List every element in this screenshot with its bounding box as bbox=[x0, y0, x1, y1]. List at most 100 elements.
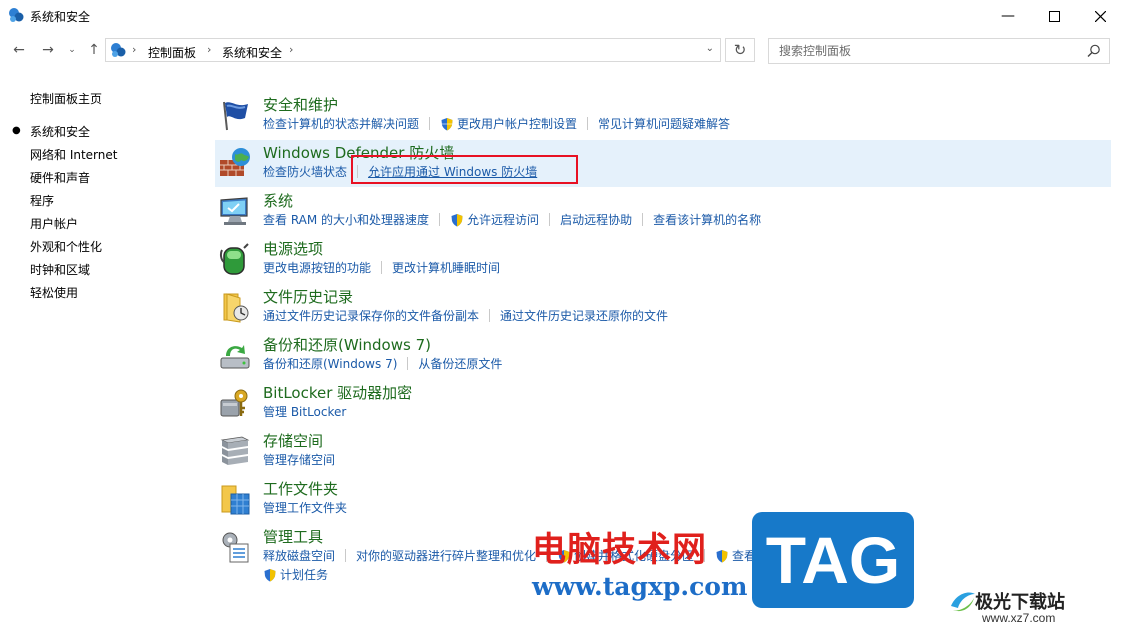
up-button[interactable]: ↑ bbox=[84, 40, 104, 60]
breadcrumb-control-panel[interactable]: 控制面板 bbox=[148, 44, 196, 61]
close-button[interactable] bbox=[1077, 0, 1123, 32]
back-button[interactable]: ← bbox=[9, 40, 29, 60]
battery-icon bbox=[219, 243, 249, 275]
link-sleep-time[interactable]: 更改计算机睡眠时间 bbox=[392, 259, 500, 276]
firewall-icon bbox=[220, 148, 250, 176]
category-security-maintenance: 安全和维护 检查计算机的状态并解决问题 更改用户帐户控制设置 常见计算机问题疑难… bbox=[215, 94, 1111, 140]
maximize-icon bbox=[1048, 10, 1060, 22]
up-arrow-icon: ↑ bbox=[88, 42, 100, 58]
back-arrow-icon: ← bbox=[13, 42, 25, 58]
window-title: 系统和安全 bbox=[30, 10, 91, 24]
link-separator bbox=[439, 213, 441, 226]
link-schedule-tasks[interactable]: 计划任务 bbox=[280, 566, 328, 583]
breadcrumb-system-security[interactable]: 系统和安全 bbox=[222, 44, 282, 61]
link-manage-storage[interactable]: 管理存储空间 bbox=[263, 451, 335, 468]
backup-icon bbox=[220, 345, 250, 369]
chevron-down-icon: ⌄ bbox=[68, 45, 76, 55]
watermark-brand-logo-icon bbox=[951, 592, 975, 612]
link-separator bbox=[587, 117, 589, 130]
current-item-bullet-icon: ● bbox=[12, 125, 21, 136]
search-input[interactable] bbox=[777, 43, 1081, 59]
sidebar-item-appearance[interactable]: 外观和个性化 bbox=[30, 238, 102, 255]
link-remote-assistance[interactable]: 启动远程协助 bbox=[560, 211, 632, 228]
minimize-button[interactable]: — bbox=[985, 0, 1031, 32]
watermark-site-name: 电脑技术网 bbox=[532, 530, 707, 570]
storage-icon bbox=[220, 436, 250, 465]
control-panel-icon bbox=[9, 8, 24, 22]
category-system: 系统 查看 RAM 的大小和处理器速度 允许远程访问 启动远程协助 查看该计算机… bbox=[215, 190, 1111, 236]
refresh-icon: ↻ bbox=[733, 41, 747, 59]
computer-icon bbox=[220, 197, 248, 225]
link-power-button[interactable]: 更改电源按钮的功能 bbox=[263, 259, 371, 276]
refresh-button[interactable]: ↻ bbox=[725, 38, 755, 62]
search-box[interactable] bbox=[768, 38, 1110, 64]
annotation-highlight-box bbox=[351, 155, 578, 184]
uac-shield-icon bbox=[264, 568, 276, 581]
category-backup-restore: 备份和还原(Windows 7) 备份和还原(Windows 7) 从备份还原文… bbox=[215, 334, 1111, 380]
control-panel-icon bbox=[111, 43, 126, 57]
watermark-url: www.tagxp.com bbox=[532, 572, 748, 601]
link-manage-work-folders[interactable]: 管理工作文件夹 bbox=[263, 499, 347, 516]
search-icon[interactable] bbox=[1087, 44, 1101, 58]
link-disk-cleanup[interactable]: 释放磁盘空间 bbox=[263, 547, 335, 564]
link-computer-name[interactable]: 查看该计算机的名称 bbox=[653, 211, 761, 228]
link-separator bbox=[381, 261, 383, 274]
link-separator bbox=[407, 357, 409, 370]
bitlocker-key-icon bbox=[220, 389, 248, 417]
link-change-uac[interactable]: 更改用户帐户控制设置 bbox=[457, 115, 577, 132]
category-bitlocker: BitLocker 驱动器加密 管理 BitLocker bbox=[215, 382, 1111, 428]
category-title[interactable]: 备份和还原(Windows 7) bbox=[263, 334, 431, 355]
link-troubleshoot[interactable]: 常见计算机问题疑难解答 bbox=[598, 115, 730, 132]
sidebar-item-clock-region[interactable]: 时钟和区域 bbox=[30, 261, 90, 278]
link-check-status[interactable]: 检查计算机的状态并解决问题 bbox=[263, 115, 419, 132]
link-separator bbox=[429, 117, 431, 130]
title-bar: 系统和安全 — bbox=[0, 0, 1123, 32]
sidebar-item-programs[interactable]: 程序 bbox=[30, 192, 54, 209]
category-title[interactable]: 电源选项 bbox=[263, 238, 323, 259]
link-view-ram-speed[interactable]: 查看 RAM 的大小和处理器速度 bbox=[263, 211, 429, 228]
category-title[interactable]: 安全和维护 bbox=[263, 94, 338, 115]
close-icon bbox=[1094, 10, 1106, 22]
maximize-button[interactable] bbox=[1031, 0, 1077, 32]
category-work-folders: 工作文件夹 管理工作文件夹 bbox=[215, 478, 1111, 524]
category-title[interactable]: 文件历史记录 bbox=[263, 286, 353, 307]
category-title[interactable]: 系统 bbox=[263, 190, 293, 211]
link-restore-files[interactable]: 通过文件历史记录还原你的文件 bbox=[500, 307, 668, 324]
breadcrumb-separator-icon: › bbox=[132, 43, 137, 56]
category-power-options: 电源选项 更改电源按钮的功能 更改计算机睡眠时间 bbox=[215, 238, 1111, 284]
uac-shield-icon bbox=[441, 117, 453, 130]
recent-locations-button[interactable]: ⌄ bbox=[62, 40, 82, 60]
category-title[interactable]: 存储空间 bbox=[263, 430, 323, 451]
link-check-firewall-status[interactable]: 检查防火墙状态 bbox=[263, 163, 347, 180]
sidebar-item-ease-of-access[interactable]: 轻松使用 bbox=[30, 284, 78, 301]
breadcrumb-separator-icon: › bbox=[207, 43, 212, 56]
link-backup-copies[interactable]: 通过文件历史记录保存你的文件备份副本 bbox=[263, 307, 479, 324]
category-storage-spaces: 存储空间 管理存储空间 bbox=[215, 430, 1111, 476]
sidebar-item-system-security[interactable]: ● 系统和安全 bbox=[12, 123, 91, 140]
link-backup-restore-win7[interactable]: 备份和还原(Windows 7) bbox=[263, 355, 397, 372]
sidebar-item-hardware-sound[interactable]: 硬件和声音 bbox=[30, 169, 90, 186]
flag-icon bbox=[223, 101, 248, 131]
breadcrumb-separator-icon: › bbox=[289, 43, 294, 56]
link-restore-from-backup[interactable]: 从备份还原文件 bbox=[418, 355, 502, 372]
link-defragment[interactable]: 对你的驱动器进行碎片整理和优化 bbox=[356, 547, 536, 564]
link-separator bbox=[642, 213, 644, 226]
watermark-tag-logo: TAG bbox=[752, 512, 914, 608]
sidebar-item-network[interactable]: 网络和 Internet bbox=[30, 146, 117, 163]
link-allow-remote-access[interactable]: 允许远程访问 bbox=[467, 211, 539, 228]
address-bar[interactable]: › 控制面板 › 系统和安全 › ⌄ bbox=[105, 38, 721, 62]
sidebar-item-label: 系统和安全 bbox=[30, 125, 91, 139]
category-file-history: 文件历史记录 通过文件历史记录保存你的文件备份副本 通过文件历史记录还原你的文件 bbox=[215, 286, 1111, 332]
sidebar-home-link[interactable]: 控制面板主页 bbox=[30, 90, 102, 107]
sidebar-item-user-accounts[interactable]: 用户帐户 bbox=[30, 215, 78, 232]
uac-shield-icon bbox=[716, 549, 728, 562]
admin-tools-icon bbox=[222, 532, 249, 563]
address-dropdown-chevron-icon[interactable]: ⌄ bbox=[706, 43, 714, 54]
category-title[interactable]: 工作文件夹 bbox=[263, 478, 338, 499]
category-title[interactable]: BitLocker 驱动器加密 bbox=[263, 382, 412, 403]
link-separator bbox=[489, 309, 491, 322]
work-folders-icon bbox=[221, 485, 250, 515]
category-title[interactable]: 管理工具 bbox=[263, 526, 323, 547]
link-manage-bitlocker[interactable]: 管理 BitLocker bbox=[263, 403, 346, 420]
forward-button[interactable]: → bbox=[38, 40, 58, 60]
